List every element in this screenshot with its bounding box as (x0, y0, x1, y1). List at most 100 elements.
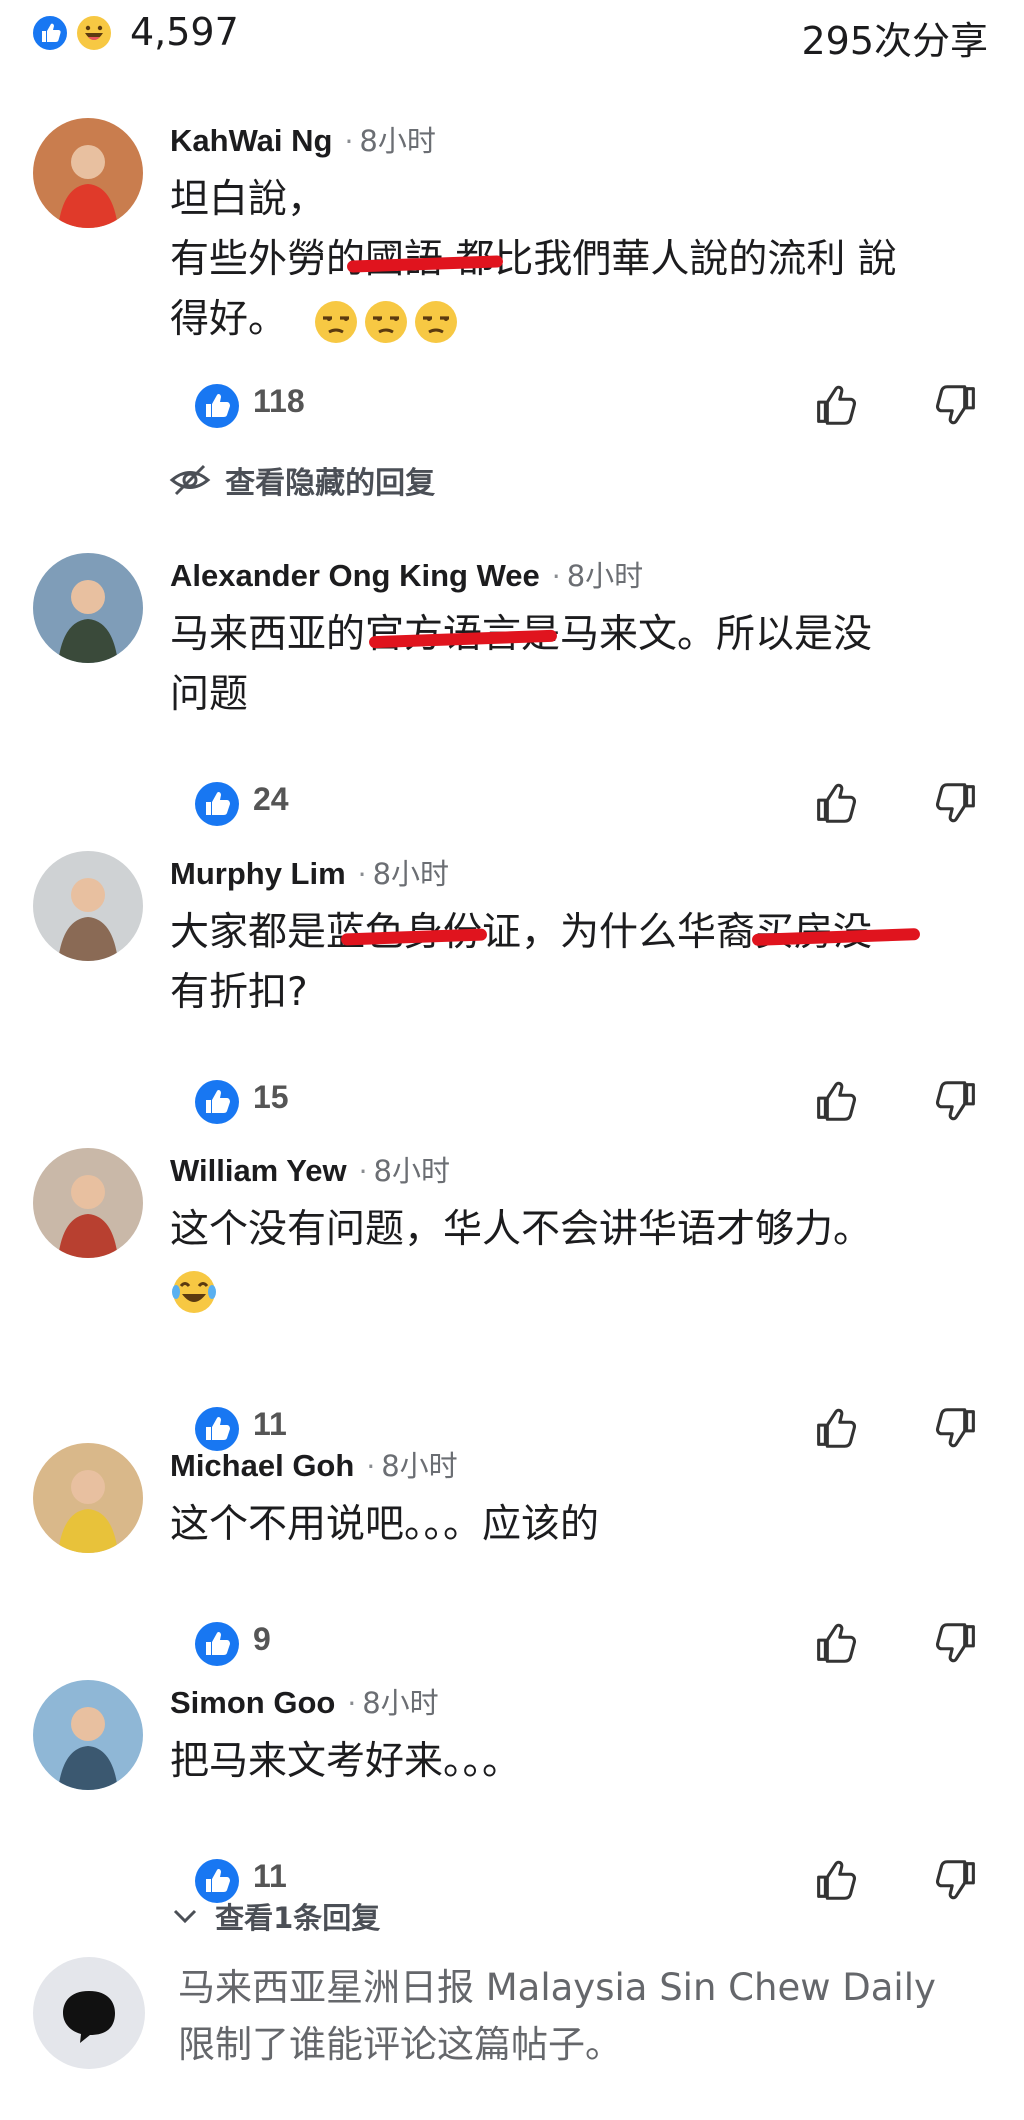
thumbs-down-button[interactable] (932, 778, 982, 828)
comment-text-line: 得好。 (170, 290, 1000, 350)
comment-text-line: 大家都是蓝色身份证，为什么华裔买房没 (170, 903, 1000, 963)
unamused-face-icon (314, 300, 357, 343)
hidden-replies-label: 查看隐藏的回复 (225, 466, 436, 501)
thumbs-up-button[interactable] (810, 1618, 860, 1668)
view-more-replies-link[interactable]: 查看1条回复 (170, 1895, 380, 1935)
comment-text-line: 有些外勞的國語 都比我們華人說的流利 說 (170, 237, 897, 282)
commenter-name[interactable]: Alexander Ong King Wee (170, 558, 540, 593)
thumbs-down-icon (932, 1081, 982, 1130)
separator-dot: · (366, 1450, 376, 1483)
view-hidden-replies-link[interactable]: 查看隐藏的回复 (168, 458, 435, 502)
like-badge-icon (195, 1622, 239, 1666)
more-replies-label: 查看1条回复 (215, 1901, 381, 1935)
comment-emoji-line (170, 1260, 1000, 1320)
thumbs-up-icon (810, 1860, 860, 1909)
avatar-photo (33, 1148, 143, 1258)
comment-header: Simon Goo · 8小时 (170, 1680, 439, 1724)
comment-body: 把马来文考好来。。。 (170, 1732, 1000, 1792)
restriction-message: 马来西亚星洲日报 Malaysia Sin Chew Daily 限制了谁能评论… (178, 1966, 936, 2066)
like-count: 11 (253, 1406, 287, 1442)
comment-time: 8小时 (566, 559, 644, 593)
comment-header: Murphy Lim · 8小时 (170, 851, 449, 895)
laughing-tears-icon (172, 1270, 216, 1313)
chevron-down-icon (173, 1909, 197, 1924)
thumbs-up-icon (810, 783, 860, 832)
like-count: 9 (253, 1621, 271, 1657)
thumbs-up-button[interactable] (810, 778, 860, 828)
thumbs-down-button[interactable] (932, 1076, 982, 1126)
thumbs-down-icon (932, 1623, 982, 1672)
like-count: 118 (253, 383, 305, 419)
comment-time: 8小时 (373, 1154, 450, 1188)
comment-body: 这个不用说吧。。。应该的 (170, 1495, 1000, 1555)
avatar-photo (33, 118, 143, 228)
like-count: 15 (253, 1079, 289, 1115)
thumbs-down-icon (932, 1408, 982, 1457)
separator-dot: · (358, 1155, 368, 1188)
thumbs-up-button[interactable] (810, 1076, 860, 1126)
avatar[interactable] (33, 1443, 143, 1553)
comment-text-line: 问题 (170, 672, 249, 717)
unamused-face-icon (364, 300, 407, 343)
comment-text-line: 这个不用说吧。。。应该的 (170, 1502, 600, 1547)
comment-text-line: 这个没有问题，华人不会讲华语才够力。 (170, 1207, 873, 1252)
like-count: 24 (253, 781, 289, 817)
separator-dot: · (357, 858, 367, 891)
avatar[interactable] (33, 1680, 143, 1790)
thumbs-down-button[interactable] (932, 1403, 982, 1453)
like-count: 11 (253, 1858, 287, 1894)
like-reaction-icon (30, 13, 70, 53)
comment-actions: 118 (0, 380, 1024, 430)
comment-header: Alexander Ong King Wee · 8小时 (170, 553, 643, 597)
thumbs-down-button[interactable] (932, 380, 982, 430)
comment-text-line: 把马来文考好来。。。 (170, 1739, 522, 1784)
thumbs-up-button[interactable] (810, 1403, 860, 1453)
comment-time: 8小时 (381, 1449, 458, 1483)
thumbs-up-icon (810, 1408, 860, 1457)
avatar-photo (33, 851, 143, 961)
comment-icon-button[interactable] (33, 1957, 145, 2069)
share-count[interactable]: 295次分享 (801, 10, 988, 65)
comment-actions: 15 (0, 1076, 1024, 1126)
separator-dot: · (347, 1687, 357, 1720)
commenter-name[interactable]: Simon Goo (170, 1685, 335, 1720)
separator-dot: · (344, 125, 354, 158)
comment-actions: 11 (0, 1403, 1024, 1453)
comment-restriction-bar: 马来西亚星洲日报 Malaysia Sin Chew Daily 限制了谁能评论… (0, 1945, 1024, 2120)
commenter-name[interactable]: Murphy Lim (170, 856, 346, 891)
comment-actions: 11 (0, 1855, 1024, 1905)
avatar[interactable] (33, 553, 143, 663)
avatar[interactable] (33, 851, 143, 961)
thumbs-up-button[interactable] (810, 380, 860, 430)
avatar[interactable] (33, 118, 143, 228)
comment-time: 8小时 (372, 857, 450, 891)
thumbs-up-icon (810, 1623, 860, 1672)
comment-actions: 24 (0, 778, 1024, 828)
thumbs-up-button[interactable] (810, 1855, 860, 1905)
reaction-summary[interactable]: 4,597 295次分享 (0, 0, 1024, 70)
commenter-name[interactable]: William Yew (170, 1153, 347, 1188)
comment-text-line: 有折扣? (170, 970, 308, 1015)
comment-time: 8小时 (362, 1686, 439, 1720)
chat-bubble-icon (63, 1991, 115, 2043)
commenter-name[interactable]: Michael Goh (170, 1448, 354, 1483)
comment-header: William Yew · 8小时 (170, 1148, 450, 1192)
thumbs-down-icon (932, 1860, 982, 1909)
comment-header: Michael Goh · 8小时 (170, 1443, 458, 1487)
eye-off-icon (169, 464, 211, 496)
comment-text-line: 马来西亚的官方语言是马来文。所以是没 (170, 605, 1000, 665)
thumbs-down-icon (932, 783, 982, 832)
thumbs-up-icon (810, 385, 860, 434)
comment-actions: 9 (0, 1618, 1024, 1668)
avatar[interactable] (33, 1148, 143, 1258)
thumbs-down-icon (932, 385, 982, 434)
unamused-face-icon (414, 300, 457, 343)
like-badge-icon (195, 1080, 239, 1124)
comment-body: 马来西亚的官方语言是马来文。所以是没问题 (170, 605, 1000, 725)
thumbs-down-button[interactable] (932, 1855, 982, 1905)
like-badge-icon (195, 384, 239, 428)
thumbs-down-button[interactable] (932, 1618, 982, 1668)
commenter-name[interactable]: KahWai Ng (170, 123, 332, 158)
avatar-photo (33, 1680, 143, 1790)
like-badge-icon (195, 782, 239, 826)
